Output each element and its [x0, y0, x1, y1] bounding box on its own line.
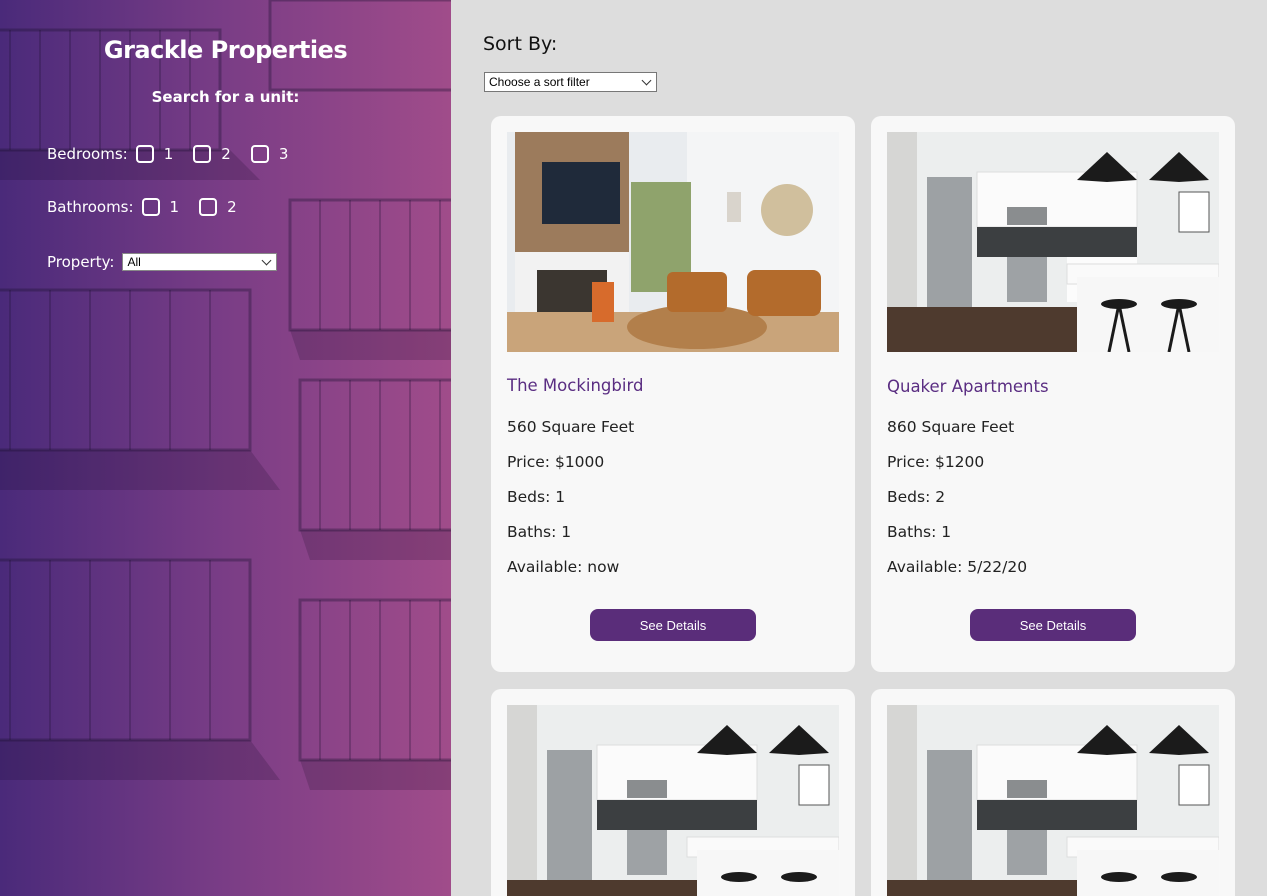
bathrooms-2-checkbox[interactable] [199, 198, 218, 216]
sort-select[interactable]: Choose a sort filter [484, 72, 657, 92]
listing-card: The Mockingbird 560 Square Feet Price: $… [491, 116, 855, 672]
bedrooms-filter: Bedrooms: 1 2 3 [47, 145, 308, 163]
sort-title: Sort By: [483, 33, 558, 55]
search-label: Search for a unit: [151, 88, 300, 106]
listing-title: The Mockingbird [507, 376, 644, 395]
listing-available: Available: now [507, 558, 620, 576]
listing-price: Price: $1200 [887, 453, 985, 471]
kitchen-photo [507, 705, 839, 896]
kitchen-photo [887, 132, 1219, 352]
bathrooms-filter: Bathrooms: 1 2 [47, 198, 257, 216]
property-select-value: All [127, 255, 141, 269]
brand-title: Grackle Properties [103, 36, 348, 64]
property-select[interactable]: All [122, 253, 278, 271]
bedrooms-2-checkbox[interactable] [193, 145, 212, 163]
listing-beds: Beds: 1 [507, 488, 566, 506]
property-label: Property: [47, 253, 115, 271]
bedrooms-2-label: 2 [221, 145, 231, 163]
listing-title: Quaker Apartments [887, 377, 1049, 396]
listing-card [871, 689, 1235, 896]
listing-beds: Beds: 2 [887, 488, 946, 506]
see-details-button[interactable]: See Details [970, 609, 1136, 641]
main-content: Sort By: Choose a sort filter The Mockin… [451, 0, 1267, 896]
listing-baths: Baths: 1 [887, 523, 952, 541]
bedrooms-1-checkbox[interactable] [135, 145, 154, 163]
bedrooms-3-label: 3 [278, 145, 289, 163]
bedrooms-label: Bedrooms: [47, 145, 128, 163]
property-filter: Property: All [47, 253, 278, 271]
bedrooms-3-checkbox[interactable] [250, 145, 269, 163]
listing-price: Price: $1000 [507, 453, 605, 471]
sidebar: Grackle Properties Search for a unit: Be… [0, 0, 451, 896]
bathrooms-2-label: 2 [227, 198, 237, 216]
bathrooms-1-label: 1 [169, 198, 180, 216]
chevron-down-icon [641, 75, 652, 85]
bathrooms-label: Bathrooms: [47, 198, 134, 216]
listing-sqft: 560 Square Feet [507, 418, 635, 436]
chevron-down-icon [261, 255, 272, 265]
bathrooms-1-checkbox[interactable] [141, 198, 160, 216]
listing-sqft: 860 Square Feet [887, 418, 1015, 436]
listing-available: Available: 5/22/20 [887, 558, 1028, 576]
living-room-photo [507, 132, 839, 352]
listing-card: Quaker Apartments 860 Square Feet Price:… [871, 116, 1235, 672]
listing-baths: Baths: 1 [507, 523, 572, 541]
see-details-button[interactable]: See Details [590, 609, 756, 641]
bedrooms-1-label: 1 [163, 145, 174, 163]
sort-select-value: Choose a sort filter [489, 75, 590, 89]
kitchen-photo [887, 705, 1219, 896]
listing-card [491, 689, 855, 896]
